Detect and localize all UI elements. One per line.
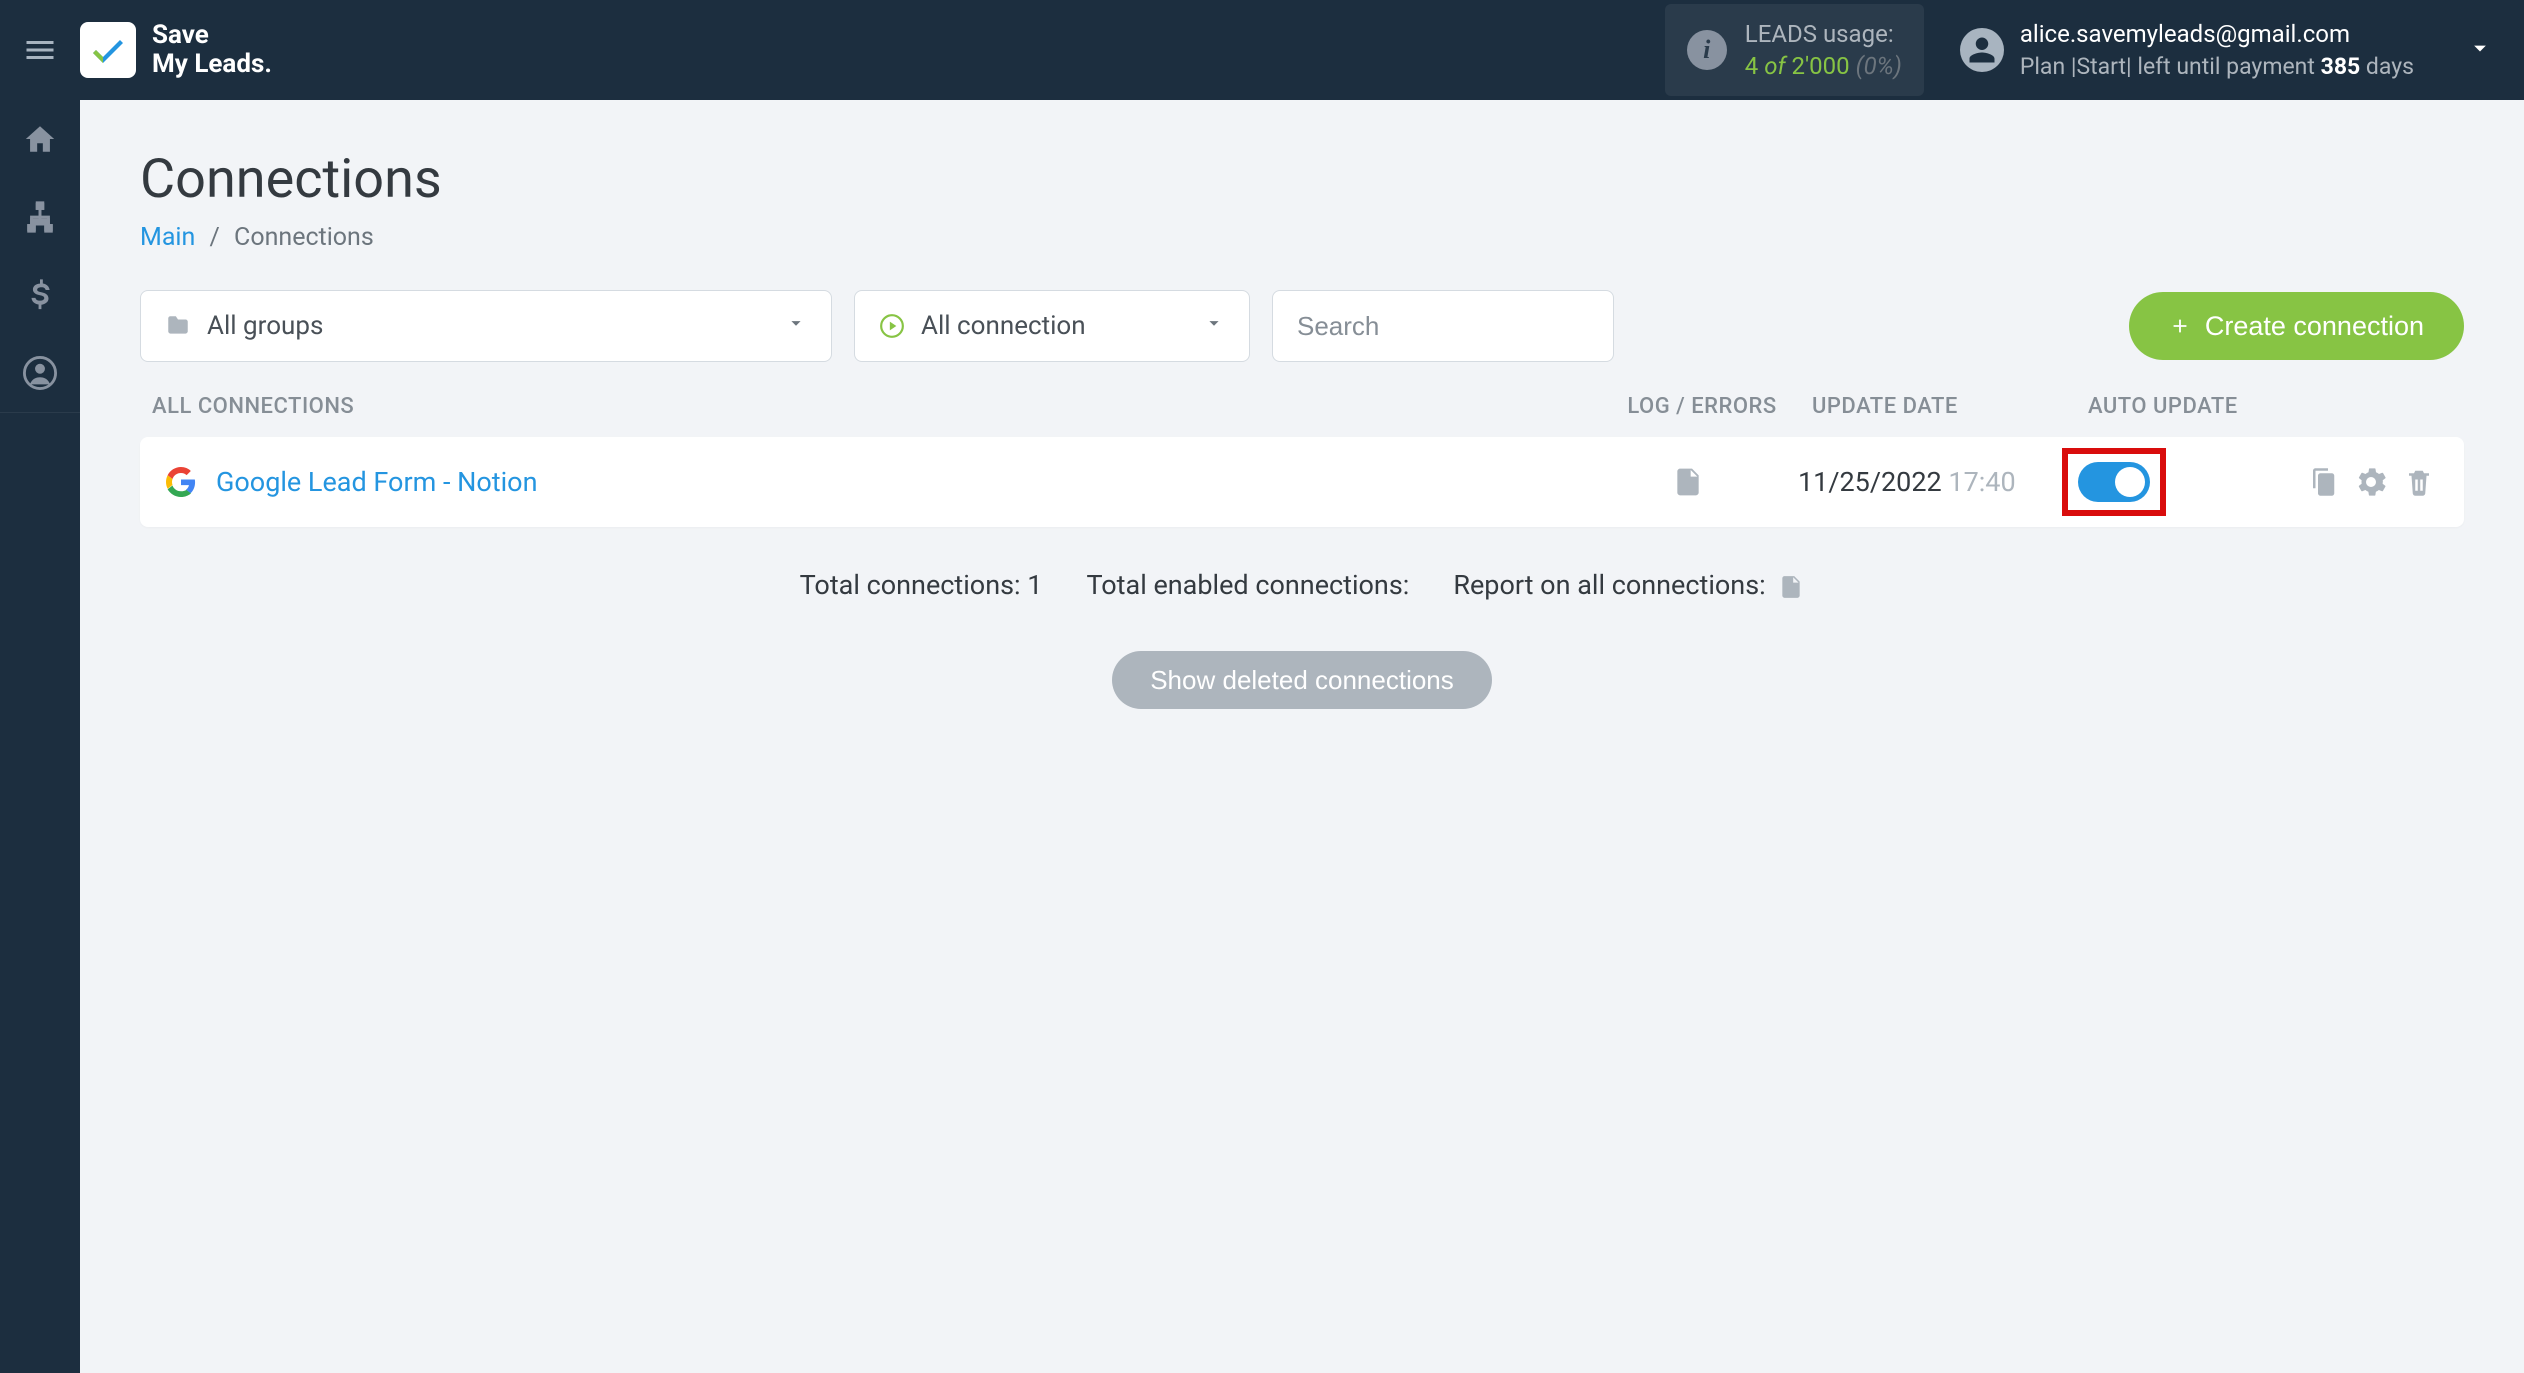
highlight-annotation	[2062, 448, 2166, 516]
main-content: Connections Main / Connections All group…	[80, 100, 2524, 1373]
sidebar-item-account[interactable]	[0, 334, 80, 412]
stat-total: Total connections: 1	[800, 569, 1043, 601]
home-icon	[23, 122, 57, 156]
auto-update-toggle[interactable]	[2078, 462, 2150, 502]
usage-pct: (0%)	[1856, 52, 1902, 80]
connection-date: 11/25/2022 17:40	[1778, 466, 2038, 498]
chevron-down-icon	[785, 312, 807, 334]
sitemap-icon	[23, 200, 57, 234]
page-title: Connections	[140, 148, 2464, 211]
col-auto-update: AUTO UPDATE	[2052, 394, 2272, 419]
create-connection-button[interactable]: Create connection	[2129, 292, 2464, 360]
sidebar	[0, 100, 80, 1373]
usage-total: 2'000	[1792, 52, 1850, 80]
gear-icon[interactable]	[2356, 467, 2386, 497]
sidebar-item-billing[interactable]	[0, 256, 80, 334]
document-icon	[1672, 466, 1704, 498]
brand-logo	[80, 22, 136, 78]
user-menu[interactable]: alice.savemyleads@gmail.com Plan |Start|…	[1960, 18, 2494, 81]
sidebar-item-home[interactable]	[0, 100, 80, 178]
breadcrumb-current: Connections	[234, 223, 374, 252]
copy-icon[interactable]	[2308, 467, 2338, 497]
col-update-date: UPDATE DATE	[1792, 394, 2052, 419]
stat-report: Report on all connections:	[1453, 569, 1804, 601]
list-header: ALL CONNECTIONS LOG / ERRORS UPDATE DATE…	[140, 394, 2464, 437]
menu-toggle-button[interactable]	[0, 32, 80, 68]
hamburger-icon	[22, 32, 58, 68]
col-all-connections: ALL CONNECTIONS	[152, 394, 1612, 419]
usage-of: of	[1764, 52, 1791, 80]
dollar-icon	[23, 278, 57, 312]
google-icon	[166, 467, 196, 497]
connection-log-button[interactable]	[1598, 466, 1778, 498]
show-deleted-button[interactable]: Show deleted connections	[1112, 651, 1492, 709]
checkmark-icon	[88, 30, 128, 70]
connection-name-link[interactable]: Google Lead Form - Notion	[216, 466, 1598, 498]
user-plan: Plan |Start| left until payment 385 days	[2020, 51, 2414, 82]
plus-icon	[2169, 315, 2191, 337]
stat-enabled: Total enabled connections:	[1086, 569, 1409, 601]
report-download-button[interactable]	[1772, 569, 1804, 601]
document-icon	[1778, 574, 1804, 600]
play-circle-icon	[879, 313, 905, 339]
brand-name: Save My Leads.	[152, 21, 272, 78]
user-circle-icon	[23, 356, 57, 390]
user-avatar	[1960, 28, 2004, 72]
status-dropdown[interactable]: All connection	[854, 290, 1250, 362]
breadcrumb-main-link[interactable]: Main	[140, 223, 195, 252]
breadcrumb: Main / Connections	[140, 223, 2464, 252]
search-input[interactable]	[1272, 290, 1614, 362]
stats-row: Total connections: 1 Total enabled conne…	[140, 569, 2464, 601]
groups-dropdown[interactable]: All groups	[140, 290, 832, 362]
col-log-errors: LOG / ERRORS	[1612, 394, 1792, 419]
chevron-down-icon	[1203, 312, 1225, 334]
top-bar: Save My Leads. i LEADS usage: 4 of 2'000…	[0, 0, 2524, 100]
usage-label: LEADS usage:	[1745, 18, 1902, 50]
trash-icon[interactable]	[2404, 467, 2434, 497]
chevron-down-icon	[2466, 34, 2494, 62]
folder-icon	[165, 313, 191, 339]
usage-current: 4	[1745, 52, 1759, 80]
user-email: alice.savemyleads@gmail.com	[2020, 18, 2414, 50]
connection-row: Google Lead Form - Notion 11/25/2022 17:…	[140, 437, 2464, 527]
filter-row: All groups All connection Create connect…	[140, 290, 2464, 362]
info-icon: i	[1687, 30, 1727, 70]
user-menu-caret[interactable]	[2466, 34, 2494, 66]
leads-usage-panel[interactable]: i LEADS usage: 4 of 2'000 (0%)	[1665, 4, 1924, 97]
person-icon	[1967, 35, 1997, 65]
sidebar-item-connections[interactable]	[0, 178, 80, 256]
